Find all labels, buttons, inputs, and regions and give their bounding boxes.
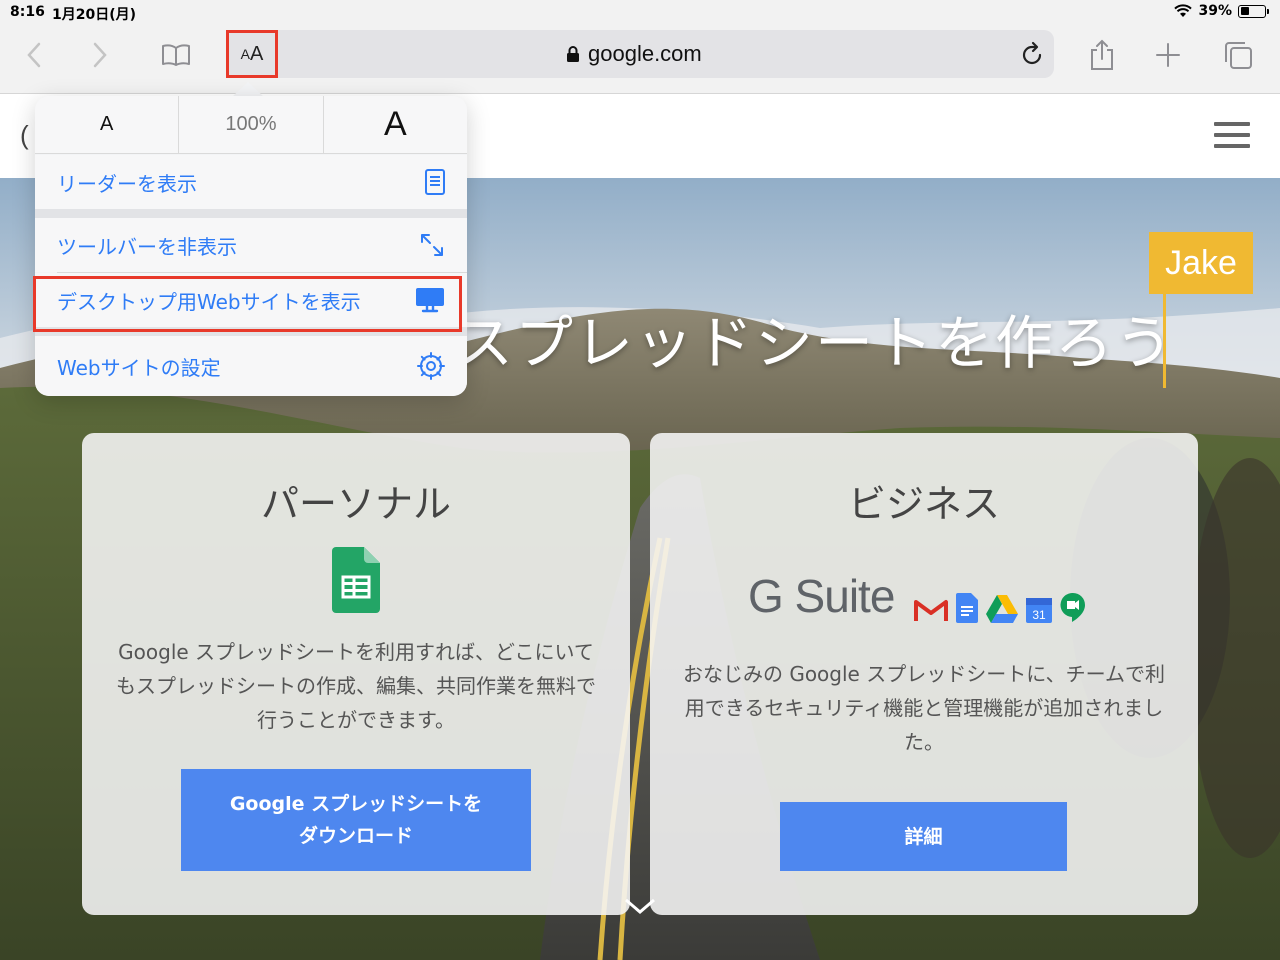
hide-toolbar-label: ツールバーを非表示 (57, 234, 237, 259)
wifi-icon (1174, 4, 1193, 17)
reader-icon (425, 169, 445, 195)
gmail-icon (914, 600, 949, 621)
share-icon[interactable] (1082, 38, 1122, 72)
url-text: google.com (588, 41, 702, 66)
personal-card: パーソナル Google スプレッドシートを利用すれば、どこにいてもスプレッドシ… (82, 433, 630, 915)
business-description: おなじみの Google スプレッドシートに、チームで利用できるセキュリティ機能… (682, 662, 1166, 754)
reload-icon[interactable] (1020, 41, 1044, 71)
scroll-down-chevron-icon[interactable] (624, 896, 656, 916)
text-size-big-label: A (250, 42, 264, 65)
calendar-day: 31 (1033, 608, 1047, 622)
download-sheets-button[interactable]: Google スプレッドシートをダウンロード (181, 769, 531, 871)
learn-more-button[interactable]: 詳細 (780, 802, 1067, 871)
zoom-controls: A 100% A (35, 96, 467, 154)
gsuite-logo-row: G Suite 31 (748, 569, 1086, 623)
back-icon[interactable] (14, 38, 54, 72)
battery-level (1240, 7, 1250, 15)
battery-icon (1238, 4, 1269, 18)
collaborator-cursor (1163, 294, 1166, 388)
gear-icon (417, 352, 445, 380)
gsuite-brand: G Suite (748, 570, 895, 622)
tabs-icon[interactable] (1218, 38, 1258, 72)
status-bar: 8:16 1月20日(月) 39% (0, 0, 1280, 26)
business-title: ビジネス (847, 482, 1000, 526)
status-date: 1月20日(月) (52, 7, 137, 23)
drive-icon (986, 595, 1019, 623)
site-logo-partial: ( (20, 120, 29, 150)
text-size-small-label: A (240, 46, 250, 62)
show-reader-item[interactable]: リーダーを表示 (35, 155, 467, 209)
page-settings-popover: A 100% A リーダーを表示 ツールバーを非表示 デスクトップ用Webサイト… (35, 96, 467, 396)
sheets-icon (332, 547, 380, 613)
highlight-box (33, 276, 462, 332)
bookmarks-icon[interactable] (156, 38, 196, 72)
show-reader-label: リーダーを表示 (57, 171, 197, 196)
lock-icon (567, 46, 579, 62)
expand-arrows-icon (421, 234, 443, 256)
hide-toolbar-item[interactable]: ツールバーを非表示 (35, 218, 467, 272)
decrease-text-label: A (99, 113, 114, 135)
battery-percent: 39% (1198, 3, 1232, 19)
hangouts-icon (1060, 593, 1086, 622)
collaborator-tag: Jake (1149, 232, 1253, 294)
address-bar[interactable]: AA google.com (226, 30, 1054, 78)
new-tab-icon[interactable] (1148, 38, 1188, 72)
decrease-text-size-button[interactable]: A (35, 96, 180, 153)
hamburger-menu-icon[interactable] (1214, 122, 1250, 148)
status-time: 8:16 (10, 4, 45, 20)
popover-arrow (232, 82, 264, 97)
zoom-percent-label: 100% (225, 113, 277, 135)
docs-icon (956, 593, 979, 623)
business-card: ビジネス G Suite 31 おなじみの Google スプレッドシートに、チ… (650, 433, 1198, 915)
text-size-button[interactable]: AA (226, 30, 278, 78)
url-field[interactable]: google.com (566, 41, 702, 67)
website-settings-item[interactable]: Webサイトの設定 (35, 336, 467, 396)
increase-text-label: A (383, 105, 407, 143)
calendar-icon: 31 (1026, 598, 1053, 623)
separator (35, 209, 467, 218)
status-right: 39% (1174, 3, 1269, 19)
personal-title: パーソナル (260, 482, 451, 526)
increase-text-size-button[interactable]: A (324, 96, 467, 153)
forward-icon[interactable] (80, 38, 120, 72)
hero-title: スプレッドシートを作ろう (455, 309, 1176, 377)
website-settings-label: Webサイトの設定 (57, 355, 221, 380)
personal-description: Google スプレッドシートを利用すれば、どこにいてもスプレッドシートの作成、… (116, 640, 596, 732)
zoom-percent[interactable]: 100% (179, 96, 324, 153)
browser-toolbar: AA google.com (0, 26, 1280, 94)
